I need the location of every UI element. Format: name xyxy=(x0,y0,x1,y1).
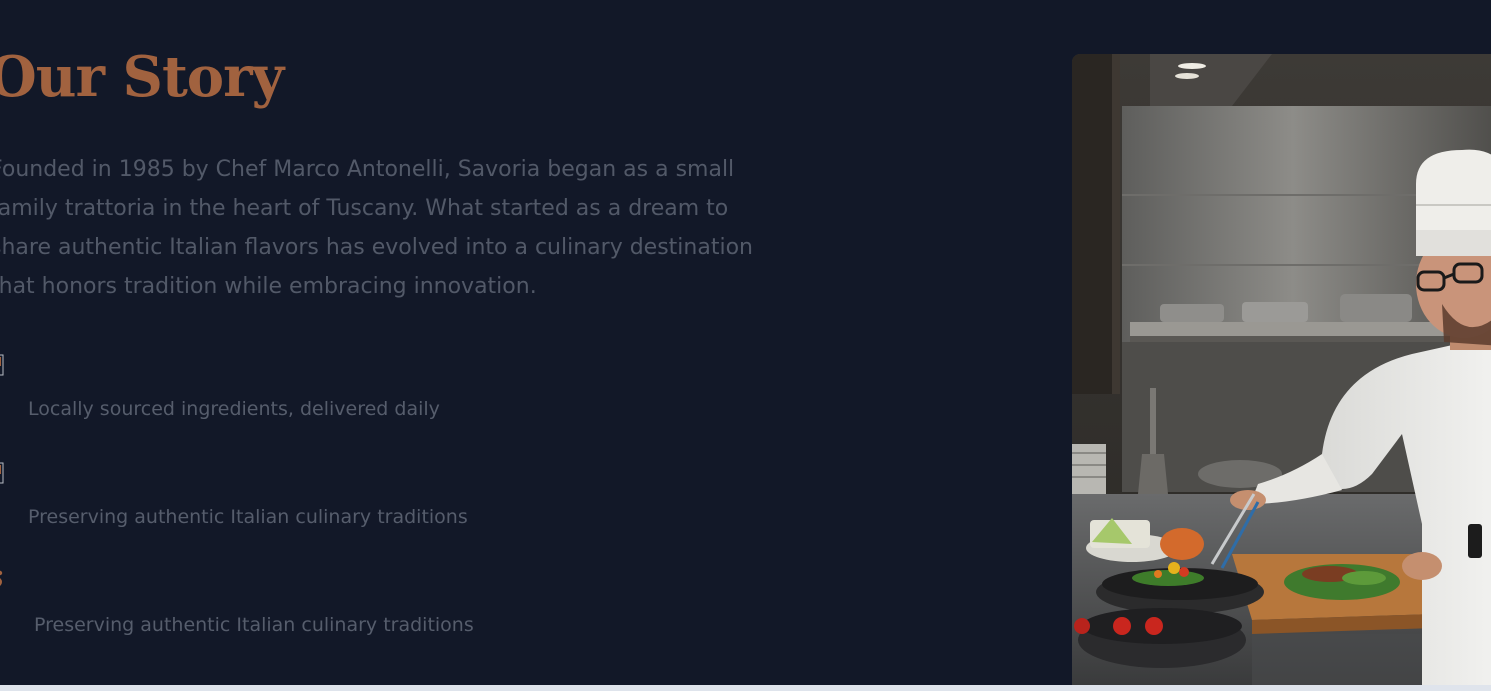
section-title: Our Story xyxy=(0,44,284,110)
broken-image-icon xyxy=(0,462,4,484)
feature-text: Preserving authentic Italian culinary tr… xyxy=(34,614,474,636)
chef-kitchen-photo xyxy=(1072,54,1491,685)
story-intro: Founded in 1985 by Chef Marco Antonelli,… xyxy=(0,157,753,299)
bottom-edge xyxy=(0,685,1491,691)
feature-text: Preserving authentic Italian culinary tr… xyxy=(28,506,468,528)
feature-text: Locally sourced ingredients, delivered d… xyxy=(28,398,440,420)
broken-image-icon xyxy=(0,354,4,376)
paw-icon xyxy=(0,570,3,586)
